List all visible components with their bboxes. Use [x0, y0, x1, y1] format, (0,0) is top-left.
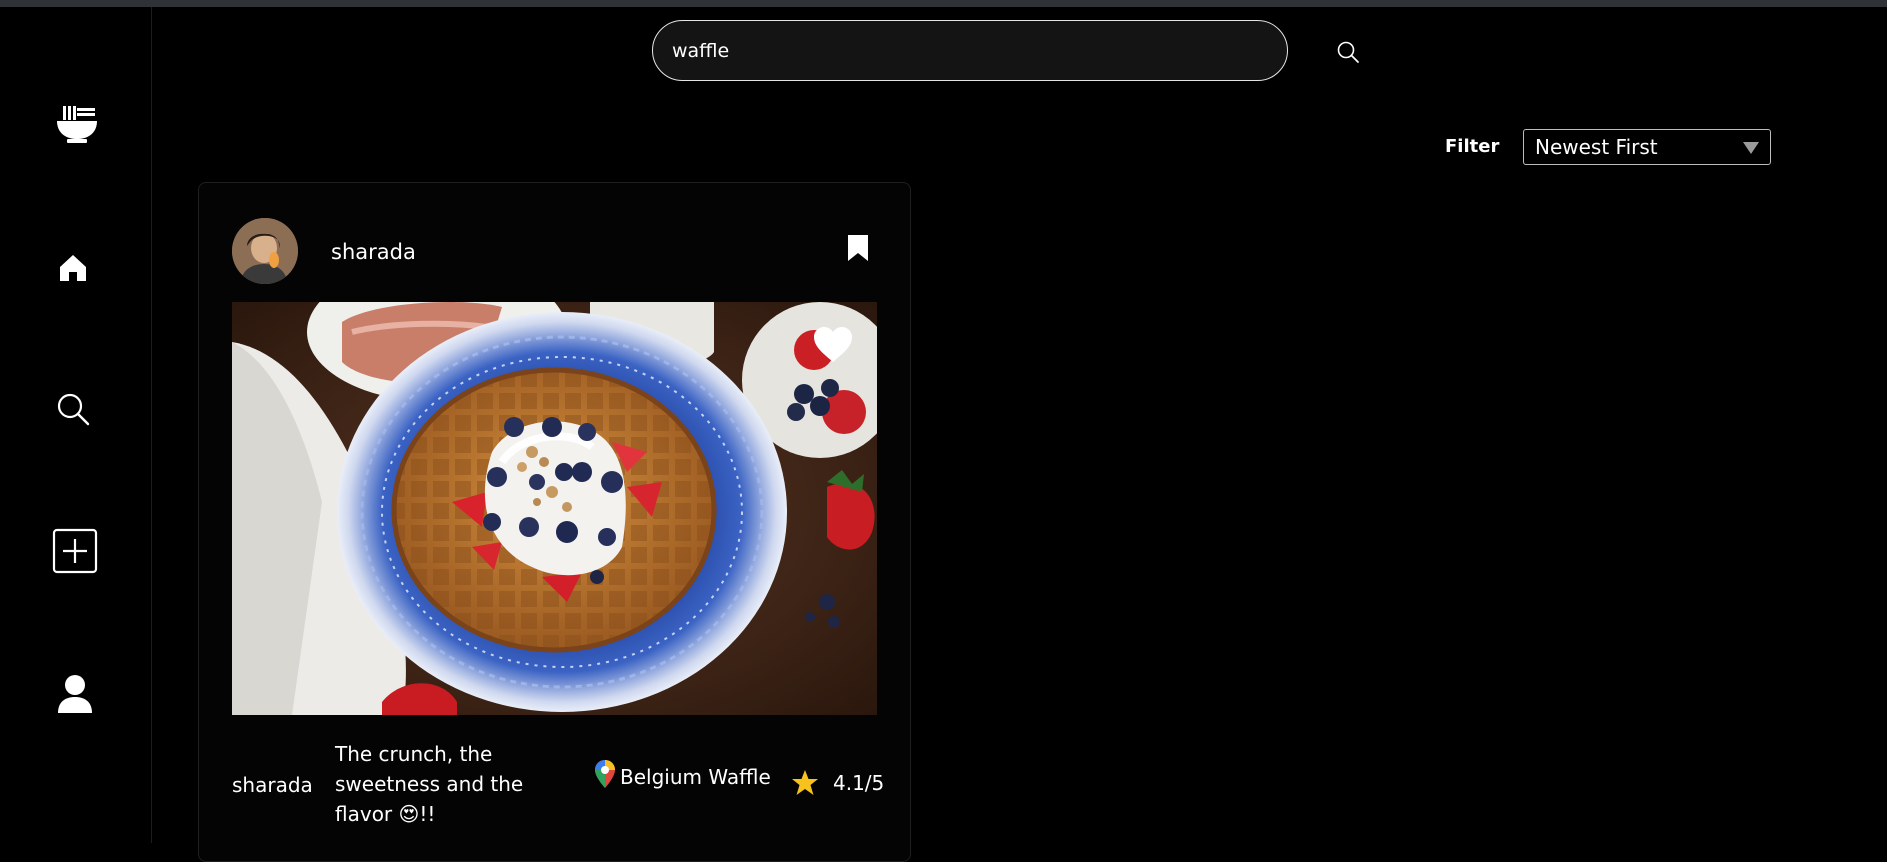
caption-author[interactable]: sharada — [232, 773, 313, 797]
filter-selected-value: Newest First — [1535, 135, 1658, 159]
location-name: Belgium Waffle — [620, 765, 771, 789]
post-rating: 4.1/5 — [791, 769, 884, 796]
user-icon[interactable] — [56, 673, 94, 715]
star-icon — [792, 770, 818, 795]
bowl-icon[interactable] — [52, 99, 102, 149]
post-card: sharada sharada The crunch, the sweetnes… — [198, 182, 911, 862]
post-location[interactable]: Belgium Waffle — [594, 760, 771, 789]
search-input[interactable] — [672, 39, 1252, 62]
dropdown-arrow-icon — [1743, 142, 1759, 154]
search-bar — [652, 20, 1288, 81]
map-pin-icon — [595, 760, 615, 788]
heart-icon[interactable] — [812, 326, 854, 364]
post-author[interactable]: sharada — [331, 240, 416, 264]
search-icon[interactable] — [54, 390, 92, 428]
avatar[interactable] — [232, 218, 298, 284]
search-icon[interactable] — [1336, 40, 1362, 66]
window-top-bar — [0, 0, 1887, 7]
sidebar — [0, 7, 152, 843]
plus-square-icon[interactable] — [52, 528, 98, 574]
bookmark-icon[interactable] — [847, 234, 869, 262]
caption-line: flavor 😍!! — [335, 802, 436, 826]
filter-label: Filter — [1445, 136, 1500, 157]
filter-select[interactable]: Newest First — [1523, 129, 1771, 165]
post-image — [232, 302, 877, 715]
caption-line: sweetness and the — [335, 772, 524, 796]
caption-line: The crunch, the — [335, 742, 493, 766]
home-icon[interactable] — [54, 249, 92, 287]
rating-value: 4.1/5 — [833, 770, 885, 795]
post-caption: The crunch, the sweetness and the flavor… — [335, 739, 545, 829]
